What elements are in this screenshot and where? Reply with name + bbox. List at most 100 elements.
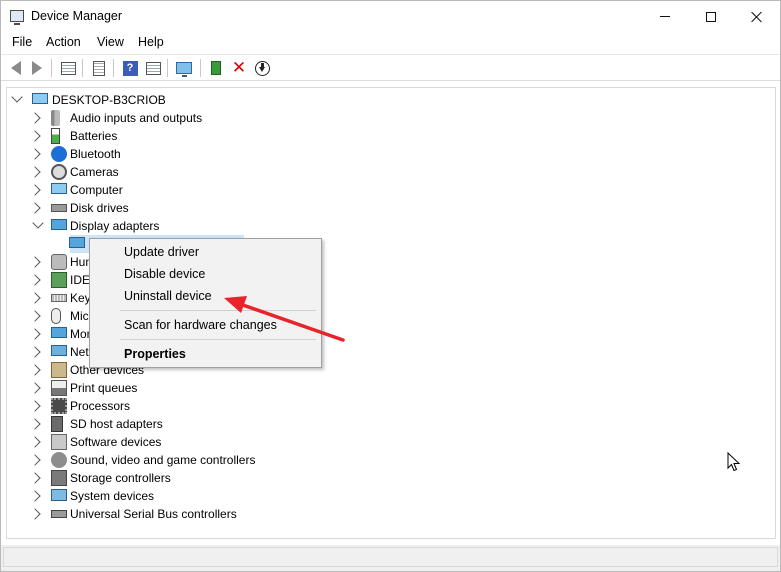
driver-details-icon <box>93 60 105 76</box>
chevron-right-icon[interactable] <box>29 400 41 412</box>
menu-disable-device[interactable]: Disable device <box>91 263 320 285</box>
chevron-right-icon[interactable] <box>29 130 41 142</box>
camera-icon <box>51 164 67 180</box>
tree-category[interactable]: Sound, video and game controllers <box>7 451 347 469</box>
chevron-right-icon[interactable] <box>29 202 41 214</box>
download-button[interactable] <box>253 59 271 77</box>
mouse-cursor-icon <box>727 452 741 472</box>
display-adapter-icon <box>69 237 85 248</box>
close-button[interactable] <box>734 1 780 32</box>
window-title: Device Manager <box>31 9 123 23</box>
tree-category-label: Disk drives <box>70 201 129 215</box>
tree-category[interactable]: Display adapters <box>7 217 347 235</box>
tree-category[interactable]: Bluetooth <box>7 145 347 163</box>
tree-category-label: Bluetooth <box>70 147 121 161</box>
tree-category-label: Universal Serial Bus controllers <box>70 507 237 521</box>
computer-icon <box>51 183 67 194</box>
other-devices-icon <box>51 362 67 378</box>
storage-icon <box>51 470 67 486</box>
update-driver-button[interactable] <box>207 59 225 77</box>
forward-arrow-icon <box>32 61 42 75</box>
view-icon <box>145 61 161 75</box>
maximize-icon <box>706 11 716 22</box>
menu-view[interactable]: View <box>97 35 124 49</box>
tree-category[interactable]: Audio inputs and outputs <box>7 109 347 127</box>
menu-help[interactable]: Help <box>138 35 164 49</box>
chevron-right-icon[interactable] <box>29 310 41 322</box>
uninstall-button[interactable]: ✕ <box>230 59 248 77</box>
title-bar[interactable]: Device Manager <box>1 1 780 32</box>
menu-action[interactable]: Action <box>46 35 81 49</box>
tree-category[interactable]: System devices <box>7 487 347 505</box>
view-button[interactable] <box>144 59 162 77</box>
menu-file[interactable]: File <box>12 35 32 49</box>
menu-uninstall-device[interactable]: Uninstall device <box>91 285 320 307</box>
toolbar: ? ✕ <box>1 54 780 81</box>
tree-category-label: Processors <box>70 399 131 413</box>
display-adapter-icon <box>51 219 67 230</box>
printer-icon <box>51 380 67 396</box>
tree-category[interactable]: Storage controllers <box>7 469 347 487</box>
download-icon <box>254 60 270 76</box>
status-cell <box>3 547 778 567</box>
menu-separator <box>120 310 316 311</box>
chevron-right-icon[interactable] <box>29 148 41 160</box>
tree-category[interactable]: Universal Serial Bus controllers <box>7 505 347 523</box>
scan-hardware-button[interactable] <box>175 59 193 77</box>
menu-scan-hardware[interactable]: Scan for hardware changes <box>91 314 320 336</box>
properties-icon <box>60 61 76 75</box>
help-icon: ? <box>122 60 138 76</box>
usb-icon <box>51 510 67 518</box>
toolbar-separator <box>82 59 83 77</box>
minimize-button[interactable] <box>642 1 688 32</box>
tree-category-label: Net <box>70 345 89 359</box>
tree-category-label: Mic <box>70 309 89 323</box>
tree-category[interactable]: Software devices <box>7 433 347 451</box>
tree-category[interactable]: Batteries <box>7 127 347 145</box>
chevron-right-icon[interactable] <box>29 472 41 484</box>
chevron-right-icon[interactable] <box>29 364 41 376</box>
properties-button[interactable] <box>59 59 77 77</box>
chevron-right-icon[interactable] <box>29 418 41 430</box>
close-icon <box>751 11 763 23</box>
sound-icon <box>51 452 67 468</box>
driver-details-button[interactable] <box>90 59 108 77</box>
chevron-right-icon[interactable] <box>29 490 41 502</box>
chevron-right-icon[interactable] <box>29 454 41 466</box>
tree-category[interactable]: Processors <box>7 397 347 415</box>
chevron-right-icon[interactable] <box>29 292 41 304</box>
chevron-right-icon[interactable] <box>29 508 41 520</box>
tree-category[interactable]: Cameras <box>7 163 347 181</box>
chevron-down-icon[interactable] <box>11 91 23 103</box>
chevron-right-icon[interactable] <box>29 436 41 448</box>
chevron-right-icon[interactable] <box>29 382 41 394</box>
chevron-down-icon[interactable] <box>32 217 44 229</box>
menu-update-driver[interactable]: Update driver <box>91 241 320 263</box>
maximize-button[interactable] <box>688 1 734 32</box>
tree-category[interactable]: Computer <box>7 181 347 199</box>
tree-category-label: Storage controllers <box>70 471 171 485</box>
forward-button[interactable] <box>28 59 46 77</box>
toolbar-separator <box>113 59 114 77</box>
back-arrow-icon <box>11 61 21 75</box>
ide-controller-icon <box>51 272 67 288</box>
tree-category[interactable]: SD host adapters <box>7 415 347 433</box>
chevron-right-icon[interactable] <box>29 328 41 340</box>
chevron-right-icon[interactable] <box>29 112 41 124</box>
tree-category[interactable]: Disk drives <box>7 199 347 217</box>
tree-category[interactable]: Print queues <box>7 379 347 397</box>
disk-drive-icon <box>51 204 67 212</box>
tree-category-label: Sound, video and game controllers <box>70 453 256 467</box>
help-button[interactable]: ? <box>121 59 139 77</box>
chevron-right-icon[interactable] <box>29 166 41 178</box>
chevron-right-icon[interactable] <box>29 346 41 358</box>
chevron-right-icon[interactable] <box>29 256 41 268</box>
chevron-right-icon[interactable] <box>29 274 41 286</box>
tree-category-label: Computer <box>70 183 123 197</box>
tree-category-label: Batteries <box>70 129 118 143</box>
toolbar-separator <box>167 59 168 77</box>
chevron-right-icon[interactable] <box>29 184 41 196</box>
back-button[interactable] <box>7 59 25 77</box>
tree-root[interactable]: DESKTOP-B3CRIOB <box>7 91 307 109</box>
menu-properties[interactable]: Properties <box>91 343 320 365</box>
